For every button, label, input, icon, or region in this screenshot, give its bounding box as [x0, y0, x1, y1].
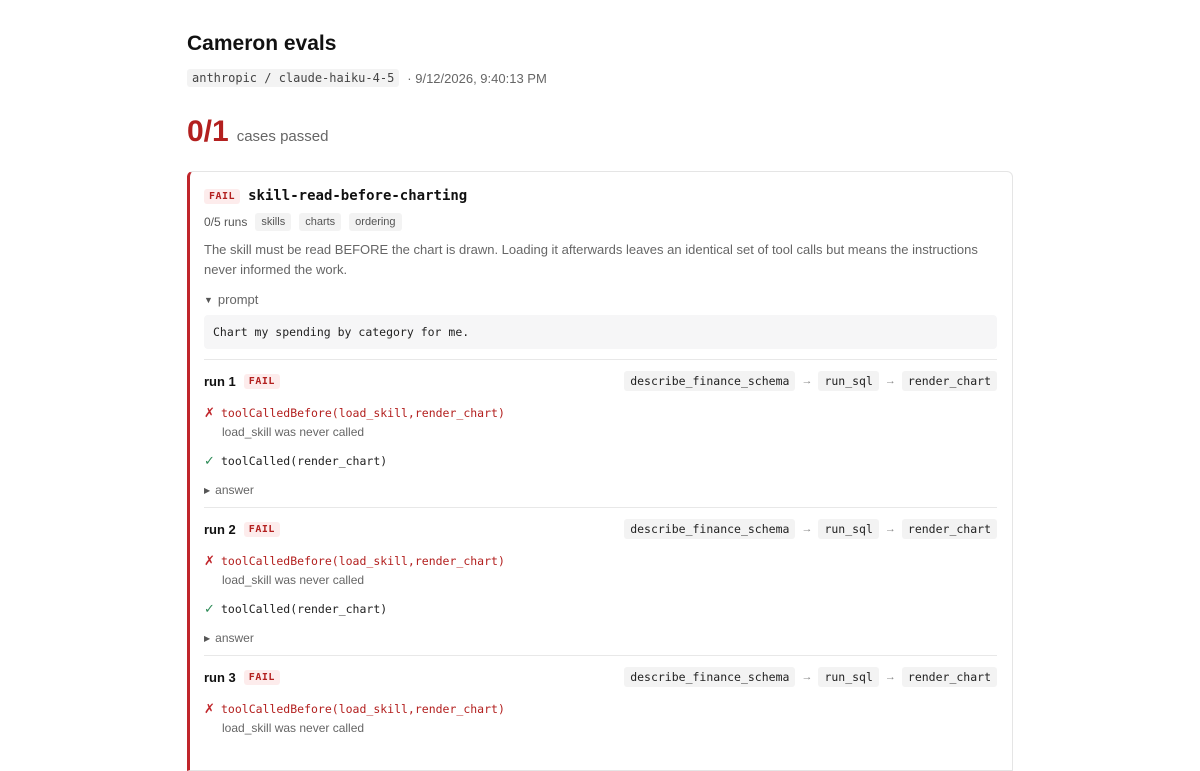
case-name: skill-read-before-charting: [248, 188, 468, 204]
check-icon: ✓: [204, 601, 215, 616]
check-text: toolCalledBefore(load_skill,render_chart…: [221, 554, 505, 568]
score-summary: 0/1 cases passed: [187, 115, 1013, 149]
check-item: ✗ toolCalledBefore(load_skill,render_cha…: [204, 553, 997, 569]
arrow-right-icon: →: [801, 671, 813, 683]
check-item: ✗ toolCalledBefore(load_skill,render_cha…: [204, 701, 997, 717]
run-header: run 3 FAIL describe_finance_schema → run…: [204, 667, 997, 687]
status-badge: FAIL: [243, 373, 280, 389]
timestamp: · 9/12/2026, 9:40:13 PM: [407, 70, 547, 86]
prompt-text: Chart my spending by category for me.: [204, 315, 997, 349]
caret-down-icon: ▼: [204, 294, 213, 305]
tool-chip: describe_finance_schema: [624, 667, 796, 687]
tag: charts: [299, 213, 342, 231]
tool-chip: run_sql: [818, 371, 879, 391]
prompt-toggle-label: prompt: [217, 292, 259, 307]
status-badge: FAIL: [243, 669, 280, 685]
prompt-toggle[interactable]: ▼ prompt: [204, 292, 997, 307]
check-detail: load_skill was never called: [222, 721, 365, 735]
model-chip: anthropic / claude-haiku-4-5: [187, 69, 400, 87]
tag: ordering: [349, 213, 402, 231]
run-section: run 1 FAIL describe_finance_schema → run…: [204, 359, 997, 497]
tool-trace: describe_finance_schema → run_sql → rend…: [624, 667, 997, 687]
page-title: Cameron evals: [187, 32, 337, 55]
tool-chip: render_chart: [901, 371, 997, 391]
score-label: cases passed: [236, 128, 329, 145]
answer-toggle-label: answer: [215, 483, 254, 497]
check-icon: ✓: [204, 453, 215, 468]
arrow-right-icon: →: [884, 375, 896, 387]
check-text: toolCalledBefore(load_skill,render_chart…: [221, 406, 505, 420]
check-text: toolCalledBefore(load_skill,render_chart…: [221, 702, 505, 716]
score-number: 0/1: [187, 115, 229, 148]
check-text: toolCalled(render_chart): [221, 602, 388, 616]
tool-chip: render_chart: [901, 667, 997, 687]
answer-toggle[interactable]: ▶ answer: [204, 483, 997, 497]
run-label: run 3: [204, 669, 236, 685]
answer-toggle[interactable]: ▶ answer: [204, 631, 997, 645]
caret-right-icon: ▶: [204, 485, 211, 495]
case-meta-row: 0/5 runs skills charts ordering: [204, 213, 997, 231]
check-detail: load_skill was never called: [222, 425, 365, 439]
case-description: The skill must be read BEFORE the chart …: [204, 242, 978, 277]
check-item: ✓ toolCalled(render_chart): [204, 453, 997, 469]
run-section: run 3 FAIL describe_finance_schema → run…: [204, 655, 997, 735]
arrow-right-icon: →: [801, 523, 813, 535]
tool-chip: describe_finance_schema: [624, 371, 796, 391]
tool-chip: run_sql: [818, 667, 879, 687]
arrow-right-icon: →: [884, 523, 896, 535]
arrow-right-icon: →: [884, 671, 896, 683]
arrow-right-icon: →: [801, 375, 813, 387]
caret-right-icon: ▶: [204, 633, 211, 643]
cross-icon: ✗: [204, 405, 215, 420]
tool-chip: render_chart: [901, 519, 997, 539]
status-badge: FAIL: [204, 188, 241, 204]
case-header: FAIL skill-read-before-charting: [204, 188, 997, 204]
case-card: FAIL skill-read-before-charting 0/5 runs…: [187, 171, 1013, 771]
answer-toggle-label: answer: [215, 631, 254, 645]
cross-icon: ✗: [204, 553, 215, 568]
run-section: run 2 FAIL describe_finance_schema → run…: [204, 507, 997, 645]
check-detail: load_skill was never called: [222, 573, 365, 587]
tool-trace: describe_finance_schema → run_sql → rend…: [624, 371, 997, 391]
runs-count: 0/5 runs: [204, 215, 248, 229]
status-badge: FAIL: [243, 521, 280, 537]
check-text: toolCalled(render_chart): [221, 454, 388, 468]
run-header: run 2 FAIL describe_finance_schema → run…: [204, 519, 997, 539]
check-item: ✓ toolCalled(render_chart): [204, 601, 997, 617]
tag: skills: [255, 213, 292, 231]
tool-trace: describe_finance_schema → run_sql → rend…: [624, 519, 997, 539]
cross-icon: ✗: [204, 701, 215, 716]
tool-chip: run_sql: [818, 519, 879, 539]
run-label: run 1: [204, 373, 236, 389]
report-page: Cameron evals anthropic / claude-haiku-4…: [187, 0, 1013, 771]
check-item: ✗ toolCalledBefore(load_skill,render_cha…: [204, 405, 997, 421]
run-label: run 2: [204, 521, 236, 537]
tool-chip: describe_finance_schema: [624, 519, 796, 539]
run-header: run 1 FAIL describe_finance_schema → run…: [204, 371, 997, 391]
run-meta: anthropic / claude-haiku-4-5 · 9/12/2026…: [187, 69, 1013, 87]
